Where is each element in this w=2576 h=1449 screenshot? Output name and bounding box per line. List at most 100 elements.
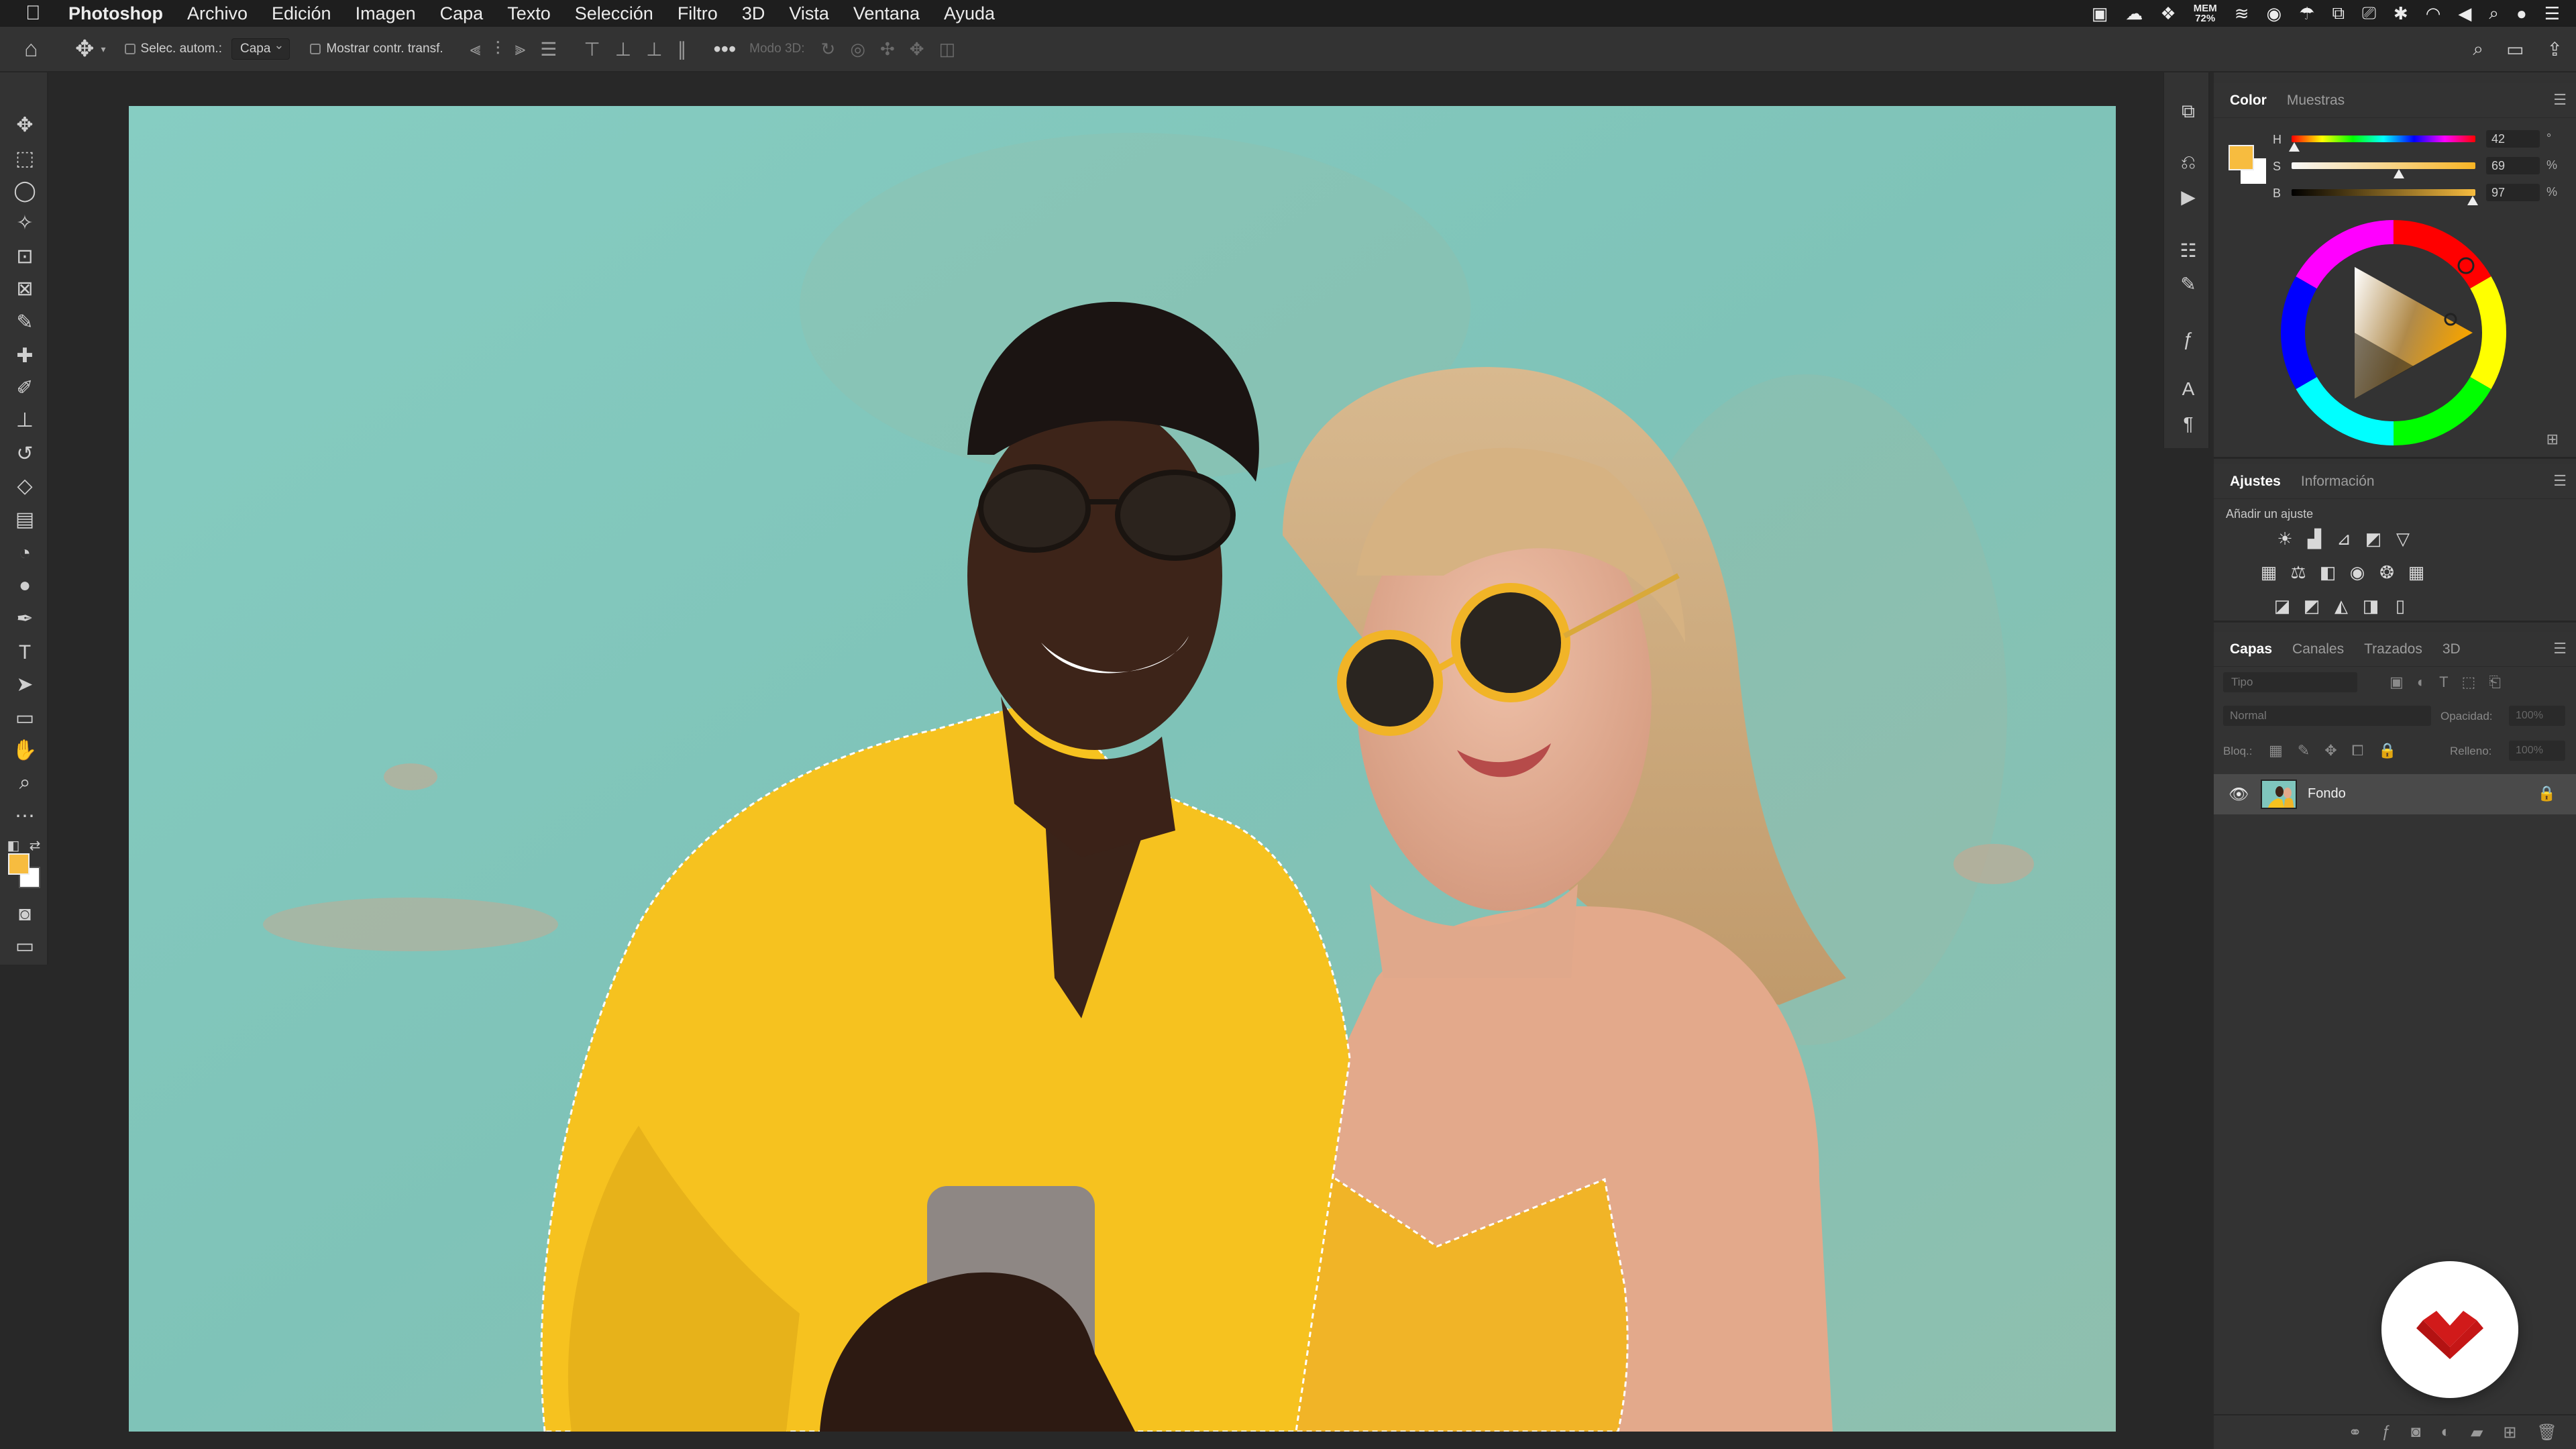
menu-seleccion[interactable]: Selección [575, 3, 653, 24]
more-options-icon[interactable]: ••• [714, 37, 737, 62]
volume-icon[interactable]: ◀ [2458, 3, 2471, 24]
apple-icon[interactable]:  [25, 2, 52, 25]
align-top-icon[interactable]: ⊤ [584, 38, 600, 60]
umbrella-icon[interactable]: ☂ [2299, 3, 2314, 24]
tab-muestras[interactable]: Muestras [2287, 93, 2345, 109]
opacity-input[interactable]: 100% [2509, 706, 2565, 726]
hue-slider[interactable]: H 42 ° [2273, 130, 2568, 152]
spotlight-search-icon[interactable]: ⌕ [2489, 3, 2499, 24]
foreground-color-swatch[interactable] [8, 853, 30, 875]
paragraph-icon[interactable]: ¶ [2176, 412, 2200, 436]
hue-value-input[interactable]: 42 [2486, 130, 2540, 148]
blur-tool-icon[interactable]: ◔ [12, 541, 38, 566]
home-icon[interactable]: ⌂ [24, 37, 48, 61]
hand-tool-icon[interactable]: ✋ [12, 738, 38, 763]
fill-input[interactable]: 100% [2509, 741, 2565, 761]
tab-canales[interactable]: Canales [2292, 641, 2344, 657]
crop-tool-icon[interactable]: ⊡ [12, 244, 38, 270]
gradient-map-icon[interactable]: ▯ [2390, 596, 2411, 616]
hue-track[interactable] [2292, 136, 2475, 142]
wetransfer-icon[interactable]: ≋ [2235, 3, 2249, 24]
filter-shape-icon[interactable]: ⬚ [2462, 674, 2476, 691]
threshold-icon[interactable]: ◭ [2330, 596, 2352, 616]
menu-capa[interactable]: Capa [440, 3, 484, 24]
zoom-tool-icon[interactable]: ⌕ [12, 770, 38, 796]
wifi-icon[interactable]: ◠ [2426, 3, 2441, 24]
panel-menu-icon[interactable]: ☰ [2553, 472, 2567, 490]
filter-smart-object-icon[interactable]: ⎗ [2489, 674, 2501, 691]
menu-texto[interactable]: Texto [507, 3, 551, 24]
move-tool-icon[interactable]: ✥ [12, 113, 38, 138]
styles-fx-icon[interactable]: ƒ [2176, 327, 2200, 352]
history-brush-tool-icon[interactable]: ↺ [12, 441, 38, 467]
show-transform-checkbox[interactable] [310, 44, 321, 54]
display-icon[interactable]: ▣ [2092, 3, 2108, 24]
auto-select-dropdown[interactable]: Capa [231, 35, 290, 60]
rectangle-tool-icon[interactable]: ▭ [12, 706, 38, 731]
tab-capas[interactable]: Capas [2230, 641, 2272, 657]
history-icon[interactable]: ⎌ [2176, 150, 2200, 174]
path-selection-tool-icon[interactable]: ➤ [12, 672, 38, 698]
filter-adjustment-icon[interactable]: ◐ [2417, 674, 2426, 691]
add-mask-icon[interactable]: ◙ [2411, 1423, 2421, 1442]
selective-color-icon[interactable]: ◨ [2360, 596, 2381, 616]
menu-filtro[interactable]: Filtro [678, 3, 718, 24]
canvas-area[interactable] [48, 72, 2192, 1449]
menu-vista[interactable]: Vista [789, 3, 829, 24]
align-center-h-icon[interactable]: ⫶ [495, 38, 500, 60]
lock-position-icon[interactable]: ✥ [2324, 742, 2337, 759]
color-wheel[interactable] [2279, 219, 2508, 447]
lock-transparency-icon[interactable]: ▦ [2269, 742, 2283, 759]
invert-icon[interactable]: ◪ [2271, 596, 2293, 616]
posterize-icon[interactable]: ◩ [2301, 596, 2322, 616]
exposure-icon[interactable]: ◩ [2363, 529, 2384, 549]
app-name-menu[interactable]: Photoshop [68, 3, 163, 24]
distribute-v-icon[interactable]: ∥ [678, 38, 687, 60]
brightness-track[interactable] [2292, 189, 2475, 196]
align-left-icon[interactable]: ⫷ [470, 38, 481, 60]
layer-row-fondo[interactable]: 👁 Fondo 🔒 [2214, 774, 2576, 814]
blend-mode-select[interactable]: Normal [2223, 706, 2431, 726]
quick-mask-icon[interactable]: ◙ [12, 902, 38, 927]
align-right-icon[interactable]: ⫸ [515, 38, 525, 60]
lock-artboard-icon[interactable]: ⧠ [2352, 742, 2364, 759]
brightness-contrast-icon[interactable]: ☀ [2274, 529, 2296, 549]
brush-tool-icon[interactable]: ✐ [12, 376, 38, 401]
vibrance-icon[interactable]: ▽ [2392, 529, 2414, 549]
workspace-icon[interactable]: ▭ [2506, 38, 2524, 60]
panel-menu-icon[interactable]: ☰ [2553, 640, 2567, 657]
brightness-value-input[interactable]: 97 [2486, 184, 2540, 201]
healing-brush-tool-icon[interactable]: ✚ [12, 343, 38, 369]
menu-ventana[interactable]: Ventana [853, 3, 920, 24]
share-icon[interactable]: ⇪ [2547, 38, 2563, 60]
color-balance-icon[interactable]: ⚖ [2288, 562, 2309, 582]
saturation-value-input[interactable]: 69 [2486, 157, 2540, 174]
dropbox-icon[interactable]: ❖ [2160, 3, 2176, 24]
airplay-icon[interactable]: ⎚ [2362, 3, 2376, 24]
channel-mixer-icon[interactable]: ❂ [2376, 562, 2398, 582]
menu-imagen[interactable]: Imagen [356, 3, 416, 24]
lock-pixels-icon[interactable]: ✎ [2298, 742, 2310, 759]
add-layer-style-fx-icon[interactable]: ƒ [2382, 1423, 2391, 1442]
panel-menu-icon[interactable]: ☰ [2553, 91, 2567, 109]
align-bottom-icon[interactable]: ⊥ [646, 38, 662, 60]
creative-cloud-icon[interactable]: ☁ [2125, 3, 2143, 24]
move-tool-preset-icon[interactable]: ✥ [75, 36, 95, 62]
bluetooth-icon[interactable]: ✱ [2394, 3, 2408, 24]
screen-mode-icon[interactable]: ▭ [12, 934, 38, 959]
link-layers-icon[interactable]: ⚭ [2348, 1423, 2361, 1442]
menu-archivo[interactable]: Archivo [187, 3, 248, 24]
magic-wand-tool-icon[interactable]: ✧ [12, 211, 38, 236]
new-layer-icon[interactable]: ⊞ [2503, 1423, 2516, 1442]
brushes-icon[interactable]: ✎ [2176, 272, 2200, 297]
saturation-thumb[interactable] [2394, 169, 2404, 178]
levels-icon[interactable]: ▟ [2304, 529, 2325, 549]
hue-saturation-icon[interactable]: ▦ [2258, 562, 2279, 582]
saturation-track[interactable] [2292, 162, 2475, 169]
photo-filter-icon[interactable]: ◉ [2347, 562, 2368, 582]
search-icon[interactable]: ⌕ [2473, 38, 2483, 60]
filter-pixel-icon[interactable]: ▣ [2390, 674, 2404, 691]
align-middle-icon[interactable]: ⊥ [615, 38, 631, 60]
libraries-icon[interactable]: ⧉ [2176, 99, 2200, 123]
expand-icon[interactable]: ⊞ [2546, 431, 2559, 448]
